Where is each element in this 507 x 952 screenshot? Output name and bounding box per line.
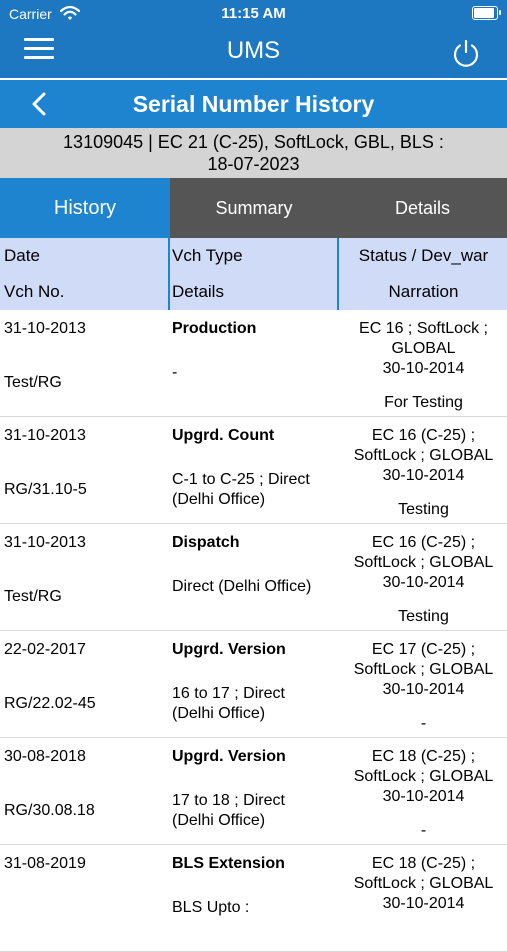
row-details: 16 to 17 ; Direct (Delhi Office): [172, 685, 285, 722]
sub-header: Serial Number History: [0, 80, 507, 128]
row-vch-type: Production: [172, 320, 257, 337]
row-date: 30-08-2018: [4, 748, 86, 765]
row-vch-no: RG/30.08.18: [4, 802, 95, 819]
status-bar: Carrier 11:15 AM: [0, 0, 507, 28]
row-status: EC 16 (C-25) ; SoftLock ; GLOBAL 30-10-2…: [353, 427, 494, 484]
column-header-status: Status / Dev_war: [358, 246, 489, 265]
row-vch-type: Upgrd. Count: [172, 427, 275, 444]
tab-details[interactable]: Details: [338, 178, 507, 238]
row-vch-no: Test/RG: [4, 374, 62, 391]
row-status: EC 17 (C-25) ; SoftLock ; GLOBAL 30-10-2…: [353, 641, 494, 698]
row-narration: Testing: [398, 608, 449, 625]
serial-info-line2: 18-07-2023: [207, 154, 300, 174]
power-icon[interactable]: [451, 38, 481, 68]
row-date: 22-02-2017: [4, 641, 86, 658]
column-header-vch-type: Vch Type: [172, 246, 243, 265]
row-date: 31-10-2013: [4, 320, 86, 337]
row-details: Direct (Delhi Office): [172, 578, 312, 595]
row-vch-no: RG/22.02-45: [4, 695, 96, 712]
row-status: EC 18 (C-25) ; SoftLock ; GLOBAL 30-10-2…: [353, 748, 494, 805]
row-vch-no: RG/31.10-5: [4, 481, 87, 498]
table-header: Date Vch No. Vch Type Details Status / D…: [0, 238, 507, 310]
tab-history[interactable]: History: [0, 178, 170, 238]
battery-icon: [472, 6, 501, 20]
row-narration: -: [420, 822, 427, 839]
row-details: -: [172, 364, 178, 381]
row-vch-no: Test/RG: [4, 588, 62, 605]
row-date: 31-10-2013: [4, 427, 86, 444]
serial-info-line1: 13109045 | EC 21 (C-25), SoftLock, GBL, …: [63, 132, 444, 152]
page-title: Serial Number History: [132, 91, 375, 117]
row-status: EC 16 (C-25) ; SoftLock ; GLOBAL 30-10-2…: [353, 534, 494, 591]
tab-summary[interactable]: Summary: [170, 178, 338, 238]
app-title: UMS: [226, 37, 281, 64]
row-narration: For Testing: [384, 394, 463, 411]
history-row[interactable]: 31-10-2013 RG/31.10-5 Upgrd. Count C-1 to C…: [0, 417, 507, 524]
tab-bar: History Summary Details: [0, 178, 507, 238]
row-vch-type: Upgrd. Version: [172, 641, 286, 658]
history-row[interactable]: 22-02-2017 RG/22.02-45 Upgrd. Version 16 to…: [0, 631, 507, 738]
row-vch-type: Upgrd. Version: [172, 748, 286, 765]
row-status: EC 16 ; SoftLock ; GLOBAL 30-10-2014: [359, 320, 488, 377]
row-date: 31-10-2013: [4, 534, 86, 551]
column-header-details: Details: [172, 282, 224, 301]
history-list: 31-10-2013 Test/RG Production - EC 16 ; Soft…: [0, 310, 507, 952]
row-vch-type: BLS Extension: [172, 855, 285, 872]
column-header-vch-no: Vch No.: [4, 282, 65, 301]
column-header-narration: Narration: [388, 282, 459, 301]
column-header-date: Date: [4, 246, 40, 265]
column-divider: [337, 238, 339, 310]
history-row[interactable]: 31-10-2013 Test/RG Dispatch Direct (Delhi O…: [0, 524, 507, 631]
row-details: 17 to 18 ; Direct (Delhi Office): [172, 792, 285, 829]
history-row[interactable]: 31-10-2013 Test/RG Production - EC 16 ; Soft…: [0, 310, 507, 417]
row-status: EC 18 (C-25) ; SoftLock ; GLOBAL 30-10-2…: [353, 855, 494, 912]
row-vch-type: Dispatch: [172, 534, 240, 551]
app-bar: UMS: [0, 28, 507, 78]
column-divider: [168, 238, 170, 310]
row-date: 31-08-2019: [4, 855, 86, 872]
history-row[interactable]: 30-08-2018 RG/30.08.18 Upgrd. Version 17 to…: [0, 738, 507, 845]
row-details: BLS Upto :: [172, 899, 250, 916]
row-details: C-1 to C-25 ; Direct (Delhi Office): [172, 471, 310, 508]
serial-info-bar: 13109045 | EC 21 (C-25), SoftLock, GBL, …: [0, 128, 507, 178]
history-row[interactable]: 31-08-2019 BLS Extension BLS Upto : EC 18 (…: [0, 845, 507, 952]
row-narration: Testing: [398, 501, 449, 518]
row-narration: -: [420, 715, 427, 732]
status-time: 11:15 AM: [221, 5, 286, 22]
